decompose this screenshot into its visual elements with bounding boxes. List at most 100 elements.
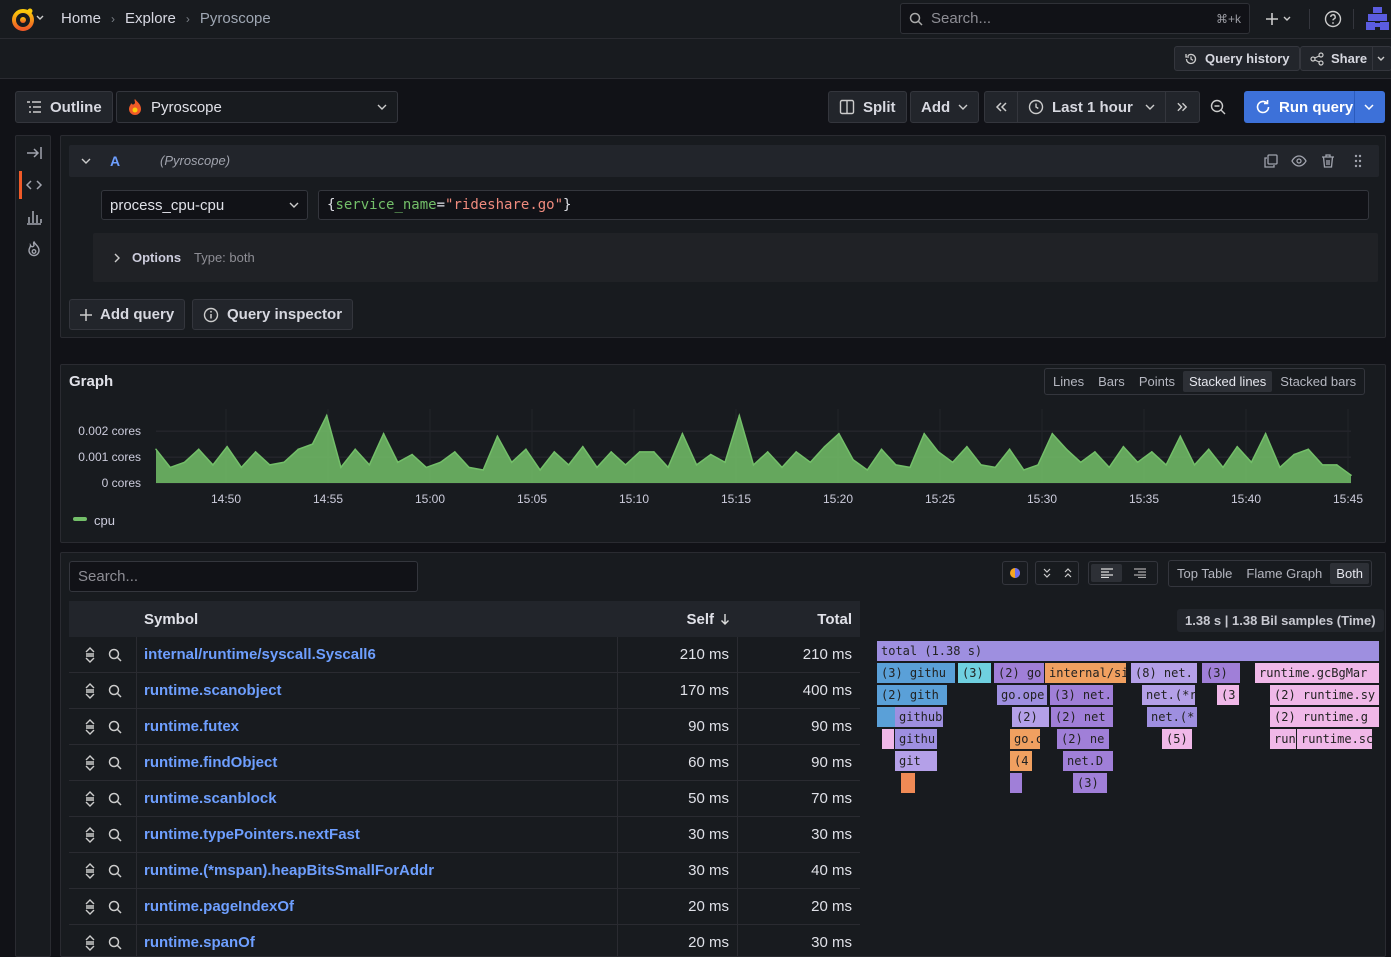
flame-frame[interactable]: (2) ne [1057,729,1109,749]
zoom-out-button[interactable] [1202,91,1234,123]
table-row[interactable]: runtime.typePointers.nextFast 30 ms 30 ms [69,817,860,853]
table-row[interactable]: runtime.scanblock 50 ms 70 ms [69,781,860,817]
flame-frame[interactable]: (2) net [1051,707,1113,727]
symbol-search-input[interactable]: Search... [69,561,418,592]
search-icon[interactable] [108,864,122,878]
mode-stacked-lines[interactable]: Stacked lines [1182,371,1273,392]
flame-frame[interactable]: (2) go [994,663,1044,683]
sandwich-view-icon[interactable] [84,898,96,915]
row-symbol[interactable]: runtime.scanobject [144,682,282,699]
sandwich-view-icon[interactable] [84,754,96,771]
table-row[interactable]: runtime.pageIndexOf 20 ms 20 ms [69,889,860,925]
flame-graph[interactable]: total (1.38 s) (3) githu (3) (2) go internal… [877,641,1379,891]
flame-frame[interactable]: (5) [1162,729,1192,749]
row-symbol[interactable]: runtime.typePointers.nextFast [144,826,360,843]
breadcrumb-explore[interactable]: Explore [125,10,176,27]
query-inspector-button[interactable]: Query inspector [192,299,354,330]
cpu-time-series-chart[interactable]: 0.002 cores 0.001 cores 0 cores 14:50 14:55 1… [61,405,1385,505]
flame-frame[interactable]: (3 [1217,685,1239,705]
trash-icon[interactable] [1321,153,1335,169]
flame-frame[interactable]: (3) [1073,773,1107,793]
flame-frame[interactable] [877,707,895,727]
drag-handle-icon[interactable] [1354,154,1362,168]
search-icon[interactable] [108,756,122,770]
collapse-icon[interactable] [25,144,43,162]
flame-frame[interactable]: (3) [958,663,991,683]
share-button[interactable]: Share [1300,46,1378,71]
breadcrumb-home[interactable]: Home [61,10,101,27]
flame-frame[interactable]: net.D [1063,751,1113,771]
flame-frame[interactable]: net.(*r [1142,685,1195,705]
flame-frame[interactable]: (3) [1202,663,1240,683]
share-dropdown-button[interactable] [1372,46,1391,71]
view-flame-graph[interactable]: Flame Graph [1240,563,1328,584]
search-icon[interactable] [108,720,122,734]
query-ref-id[interactable]: A [110,153,120,169]
help-button[interactable] [1324,10,1342,28]
flame-frame[interactable]: total (1.38 s) [877,641,1379,661]
legend-cpu[interactable]: cpu [94,513,115,528]
flame-frame[interactable]: runtime.gcBgMar [1255,663,1379,683]
search-icon[interactable] [108,900,122,914]
user-avatar[interactable] [1364,5,1391,32]
bar-chart-icon[interactable] [25,208,43,226]
collapse-all-icon[interactable] [1043,568,1051,578]
mode-bars[interactable]: Bars [1092,371,1131,392]
table-row[interactable]: runtime.scanobject 170 ms 400 ms [69,673,860,709]
code-icon[interactable] [25,176,43,194]
row-symbol[interactable]: runtime.futex [144,718,239,735]
align-right-button[interactable] [1124,564,1155,582]
new-button[interactable] [1264,10,1296,28]
label-selector-input[interactable]: {service_name = "rideshare.go"} [318,190,1369,220]
add-button[interactable]: Add [910,91,980,123]
grafana-logo-icon[interactable] [10,6,36,32]
add-query-button[interactable]: Add query [69,299,186,330]
query-options-section[interactable]: Options Type: both [93,233,1378,282]
color-scheme-button[interactable] [1002,561,1028,585]
flame-frame[interactable]: githu [895,729,937,749]
header-self[interactable]: Self [618,611,738,628]
sandwich-view-icon[interactable] [84,682,96,699]
mode-points[interactable]: Points [1133,371,1181,392]
run-query-button[interactable]: Run query [1244,91,1385,123]
mode-lines[interactable]: Lines [1047,371,1090,392]
flame-frame[interactable]: go.ope [997,685,1047,705]
sandwich-view-icon[interactable] [84,862,96,879]
flame-frame[interactable]: runtime.sc [1297,729,1372,749]
table-row[interactable]: runtime.(*mspan).heapBitsSmallForAddr 30 … [69,853,860,889]
flame-frame[interactable] [1010,773,1022,793]
flame-frame[interactable]: (2) runtime.sy [1270,685,1379,705]
align-left-button[interactable] [1091,564,1122,582]
flame-frame[interactable]: github [895,707,943,727]
row-symbol[interactable]: runtime.pageIndexOf [144,898,294,915]
search-icon[interactable] [108,936,122,950]
flame-frame[interactable] [901,773,915,793]
row-symbol[interactable]: runtime.scanblock [144,790,277,807]
row-symbol[interactable]: internal/runtime/syscall.Syscall6 [144,646,376,663]
flame-icon[interactable] [25,240,43,258]
flame-frame[interactable]: net.(* [1147,707,1197,727]
eye-icon[interactable] [1291,154,1307,168]
table-row[interactable]: runtime.futex 90 ms 90 ms [69,709,860,745]
profile-type-select[interactable]: process_cpu-cpu [101,190,308,220]
flame-frame[interactable]: internal/si [1045,663,1126,683]
view-top-table[interactable]: Top Table [1171,563,1238,584]
search-icon[interactable] [108,828,122,842]
search-icon[interactable] [108,648,122,662]
time-back-button[interactable] [984,91,1018,123]
time-range-picker[interactable]: Last 1 hour [1017,91,1166,123]
duplicate-icon[interactable] [1264,154,1278,168]
flame-frame[interactable]: (3) githu [877,663,955,683]
chevron-down-icon[interactable] [81,158,91,164]
row-symbol[interactable]: runtime.(*mspan).heapBitsSmallForAddr [144,862,434,879]
flame-frame[interactable]: go.c [1010,729,1040,749]
flame-frame[interactable]: (2) [1012,707,1049,727]
sandwich-view-icon[interactable] [84,718,96,735]
sandwich-view-icon[interactable] [84,646,96,663]
global-search-input[interactable]: Search... ⌘+k [900,3,1250,34]
row-symbol[interactable]: runtime.spanOf [144,934,255,951]
flame-frame[interactable]: (3) net. [1050,685,1113,705]
expand-all-icon[interactable] [1064,568,1072,578]
outline-button[interactable]: Outline [15,91,113,123]
row-symbol[interactable]: runtime.findObject [144,754,277,771]
